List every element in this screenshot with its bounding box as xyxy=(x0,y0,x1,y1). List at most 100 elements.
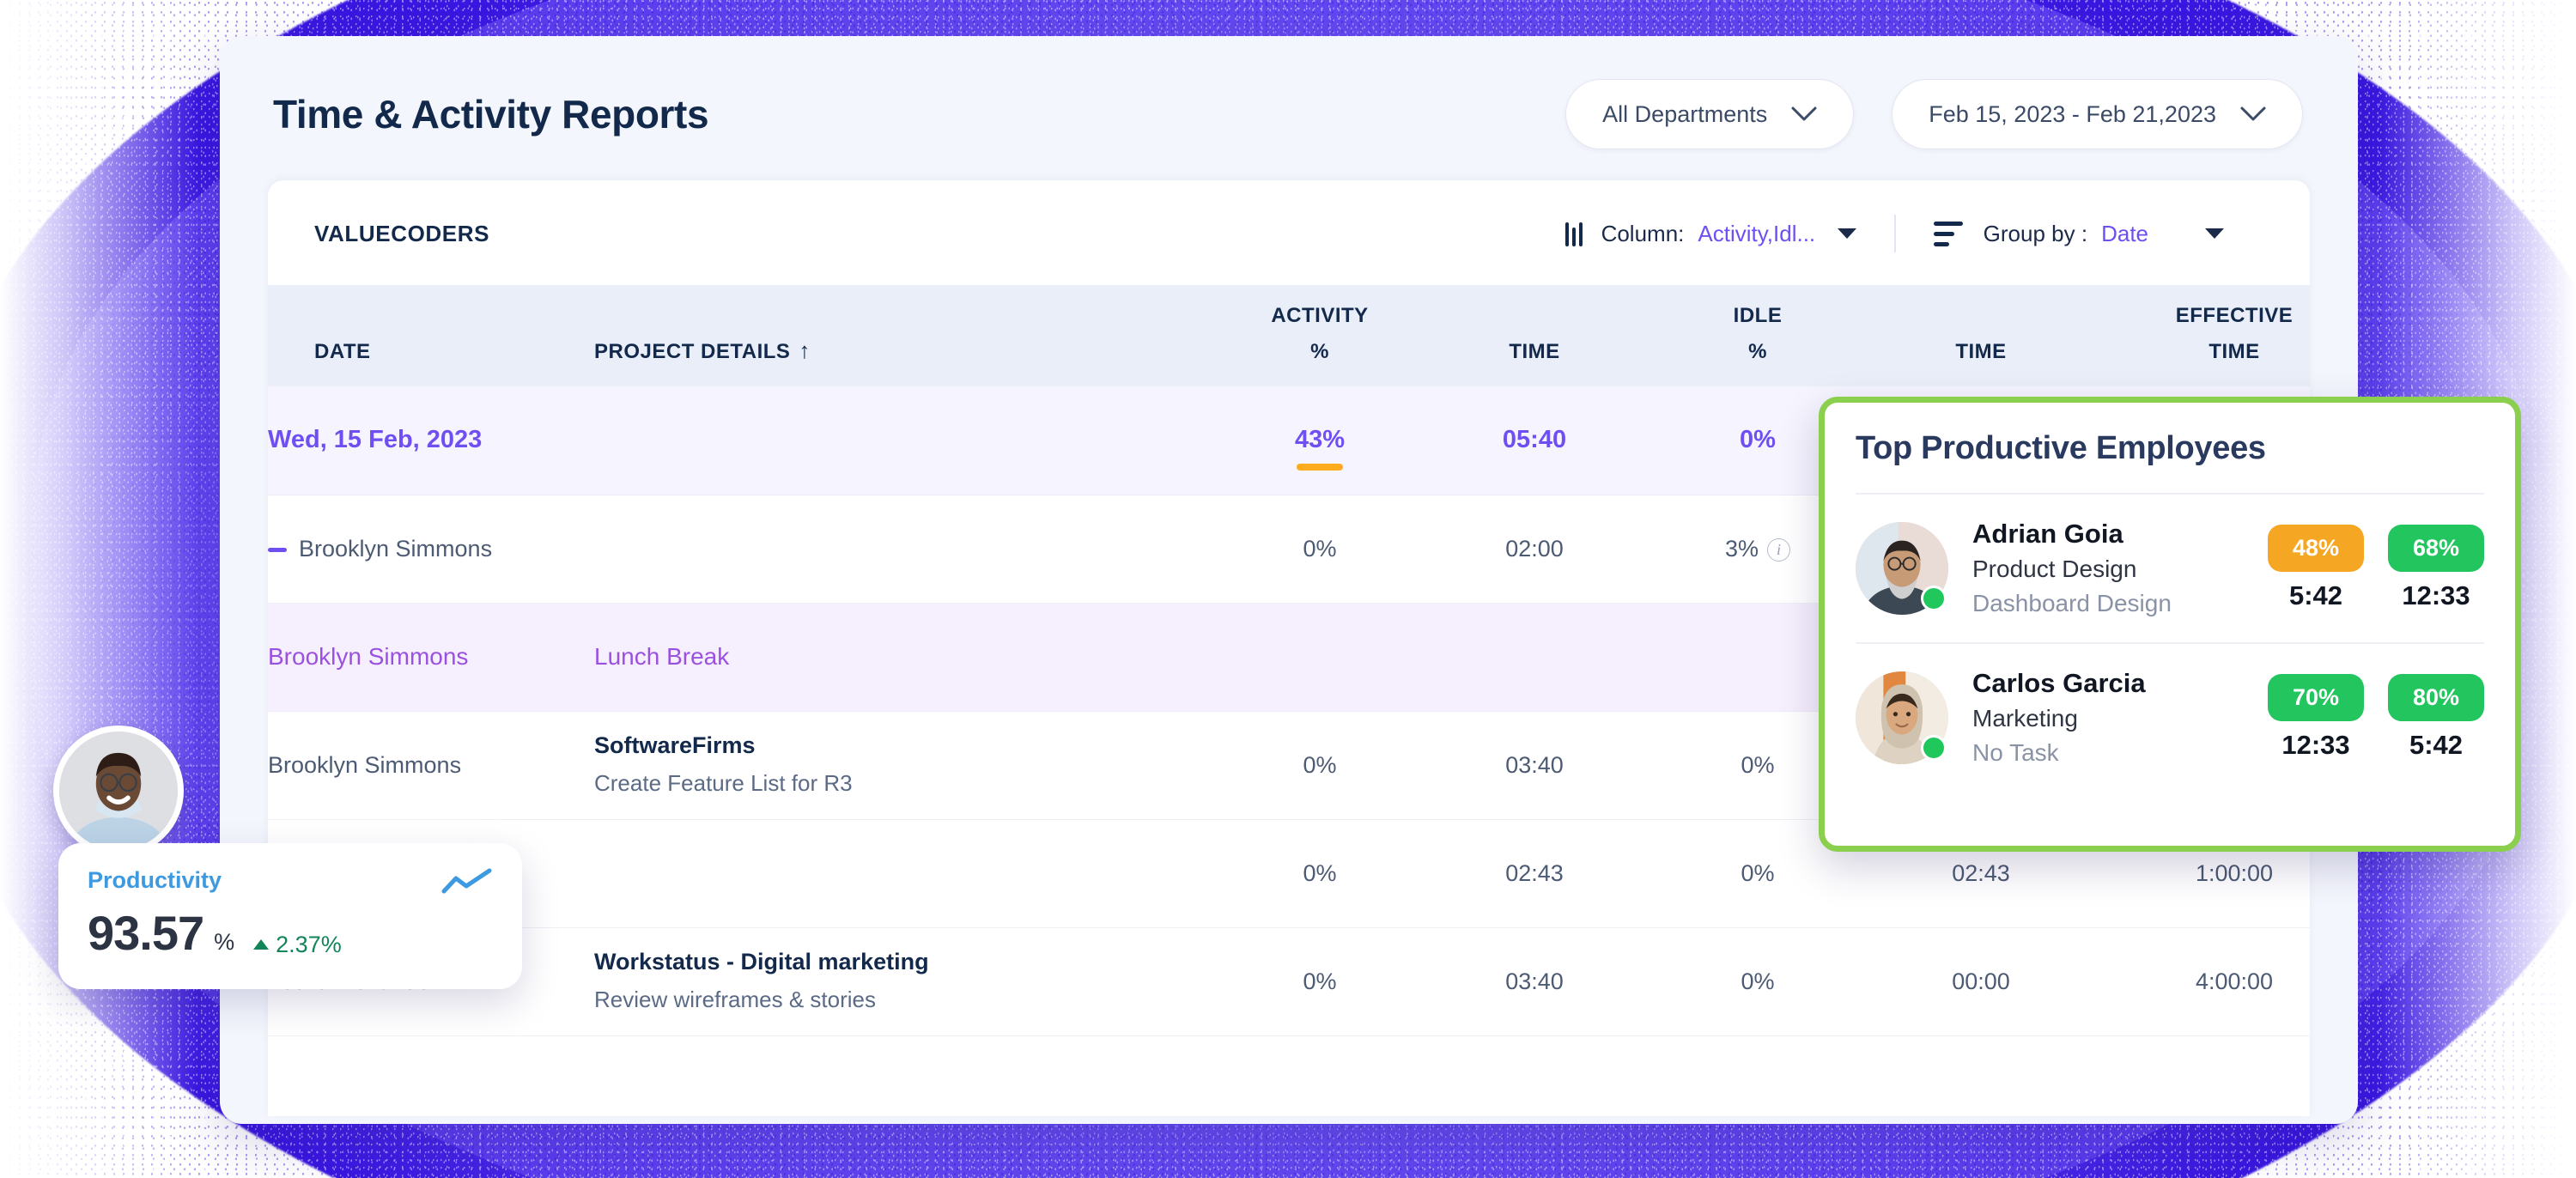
cell-project xyxy=(594,386,1230,495)
columns-icon xyxy=(1564,221,1583,246)
cell-activity-pct xyxy=(1230,603,1410,712)
column-header-project-details[interactable]: PROJECT DETAILS ↑ xyxy=(594,285,1230,386)
groupby-label: Group by : xyxy=(1983,220,2088,246)
stat-primary: 48% 5:42 xyxy=(2268,525,2364,611)
cell-activity-time: 03:40 xyxy=(1410,927,1659,1036)
stat-badge-pct: 80% xyxy=(2388,674,2484,722)
sort-ascending-icon[interactable]: ↑ xyxy=(799,337,811,363)
header-idle-group-label: IDLE xyxy=(1733,304,1783,327)
cell-date: Brooklyn Simmons xyxy=(268,495,594,604)
stat-secondary: 68% 12:33 xyxy=(2388,525,2484,611)
top-productive-employees-card: Top Productive Employees Adrian Goia Pro… xyxy=(1819,397,2521,852)
header-idle-time-label: TIME xyxy=(1955,340,2007,363)
table-row[interactable]: Leslie Alexander Workstatus - Digital ma… xyxy=(268,927,2310,1036)
header-activity-pct-label: % xyxy=(1310,340,1329,363)
cell-project: Lunch Break xyxy=(594,603,1230,712)
department-filter-dropdown[interactable]: All Departments xyxy=(1565,79,1855,149)
app-header: Time & Activity Reports All Departments … xyxy=(220,36,2358,180)
cell-activity-time: 02:43 xyxy=(1410,819,1659,928)
employee-info: Carlos Garcia Marketing No Task xyxy=(1972,666,2244,769)
stat-primary: 70% 12:33 xyxy=(2268,674,2364,761)
employee-stats: 48% 5:42 68% 12:33 xyxy=(2268,525,2484,611)
column-header-activity-pct[interactable]: ACTIVITY % xyxy=(1230,285,1410,386)
project-task: Review wireframes & stories xyxy=(594,987,876,1013)
productivity-unit: % xyxy=(214,929,235,955)
stat-badge-pct: 70% xyxy=(2268,674,2364,722)
employee-name: Carlos Garcia xyxy=(1972,667,2146,698)
productivity-value-row: 93.57 % 2.37% xyxy=(88,905,493,961)
cell-idle-time: 00:00 xyxy=(1856,927,2105,1036)
productivity-value: 93.57 xyxy=(88,906,204,960)
idle-pct-value: 3% xyxy=(1724,535,1759,562)
background-fade-left xyxy=(0,0,197,1178)
header-idle-pct-label: % xyxy=(1748,340,1767,363)
avatar xyxy=(53,726,184,856)
header-effective-time-label: TIME xyxy=(2208,340,2260,363)
header-effective-group-label: EFFECTIVE xyxy=(2175,304,2293,327)
project-task: Create Feature List for R3 xyxy=(594,770,853,797)
project-name: SoftwareFirms xyxy=(594,732,756,758)
caret-down-icon xyxy=(2205,228,2224,239)
department-filter-label: All Departments xyxy=(1602,100,1768,127)
cell-activity-time: 05:40 xyxy=(1410,386,1659,495)
header-project-label: PROJECT DETAILS xyxy=(594,340,791,363)
column-value: Activity,Idl... xyxy=(1698,220,1816,246)
organization-name: VALUECODERS xyxy=(314,220,490,246)
toolbar-controls: Column: Activity,Idl... Group by : Date xyxy=(1528,215,2262,252)
avatar xyxy=(1856,521,1948,615)
productivity-delta: 2.37% xyxy=(253,932,342,958)
header-date-label: DATE xyxy=(314,340,371,363)
employee-stats: 70% 12:33 80% 5:42 xyxy=(2268,674,2484,761)
status-online-indicator xyxy=(1921,585,1947,611)
employee-task: No Task xyxy=(1972,738,2059,766)
employee-department: Marketing xyxy=(1972,705,2078,732)
stat-time: 12:33 xyxy=(2402,580,2470,611)
cell-activity-pct: 0% xyxy=(1230,495,1410,604)
column-header-date[interactable]: DATE xyxy=(268,285,594,386)
top-productive-title: Top Productive Employees xyxy=(1856,430,2266,466)
cell-idle-pct: 0% xyxy=(1659,927,1856,1036)
column-header-idle-time[interactable]: TIME xyxy=(1856,285,2105,386)
collapse-toggle-icon[interactable] xyxy=(268,547,287,552)
cell-project: SoftwareFirms Create Feature List for R3 xyxy=(594,711,1230,820)
info-icon[interactable]: i xyxy=(1767,537,1791,562)
cell-project: Workstatus - Digital marketing Review wi… xyxy=(594,927,1230,1036)
employee-info: Adrian Goia Product Design Dashboard Des… xyxy=(1972,517,2244,620)
stat-badge-pct: 48% xyxy=(2268,525,2364,573)
list-item[interactable]: Carlos Garcia Marketing No Task 70% 12:3… xyxy=(1856,644,2484,792)
employee-name: Adrian Goia xyxy=(1972,519,2123,549)
status-online-indicator xyxy=(1921,734,1947,761)
cell-activity-pct: 0% xyxy=(1230,711,1410,820)
cell-effective-time: 4:00:00 xyxy=(2105,927,2310,1036)
cell-date: Brooklyn Simmons xyxy=(268,711,594,820)
project-name: Workstatus - Digital marketing xyxy=(594,948,929,975)
productivity-card-header: Productivity xyxy=(88,867,493,896)
chevron-down-icon xyxy=(1791,106,1817,122)
avatar xyxy=(1856,671,1948,764)
caret-down-icon xyxy=(1838,228,1857,239)
header-activity-group-label: ACTIVITY xyxy=(1271,304,1369,327)
cell-activity-time: 03:40 xyxy=(1410,711,1659,820)
column-header-idle-pct[interactable]: IDLE % xyxy=(1659,285,1856,386)
date-range-dropdown[interactable]: Feb 15, 2023 - Feb 21,2023 xyxy=(1892,79,2303,149)
productivity-card: Productivity 93.57 % 2.37% xyxy=(58,843,522,989)
stat-time: 5:42 xyxy=(2288,580,2343,611)
productivity-label: Productivity xyxy=(88,867,222,893)
column-header-activity-time[interactable]: TIME xyxy=(1410,285,1659,386)
cell-activity-pct: 43% xyxy=(1230,386,1410,495)
cell-activity-pct: 0% xyxy=(1230,819,1410,928)
avatar-photo xyxy=(59,732,178,850)
cell-activity-pct: 0% xyxy=(1230,927,1410,1036)
groupby-selector[interactable]: Group by : Date xyxy=(1896,221,2262,247)
stat-badge-pct: 68% xyxy=(2388,525,2484,573)
activity-underline-indicator xyxy=(1297,463,1343,471)
list-item[interactable]: Adrian Goia Product Design Dashboard Des… xyxy=(1856,495,2484,642)
column-header-effective-time[interactable]: EFFECTIVE TIME xyxy=(2105,285,2310,386)
group-lines-icon xyxy=(1933,221,1963,246)
table-header: DATE PROJECT DETAILS ↑ ACTIVITY % TIME I… xyxy=(268,285,2310,386)
employee-name: Brooklyn Simmons xyxy=(299,535,493,562)
column-selector[interactable]: Column: Activity,Idl... xyxy=(1528,221,1895,247)
stat-time: 5:42 xyxy=(2409,730,2464,761)
employee-task: Dashboard Design xyxy=(1972,590,2172,617)
column-label: Column: xyxy=(1601,220,1685,246)
